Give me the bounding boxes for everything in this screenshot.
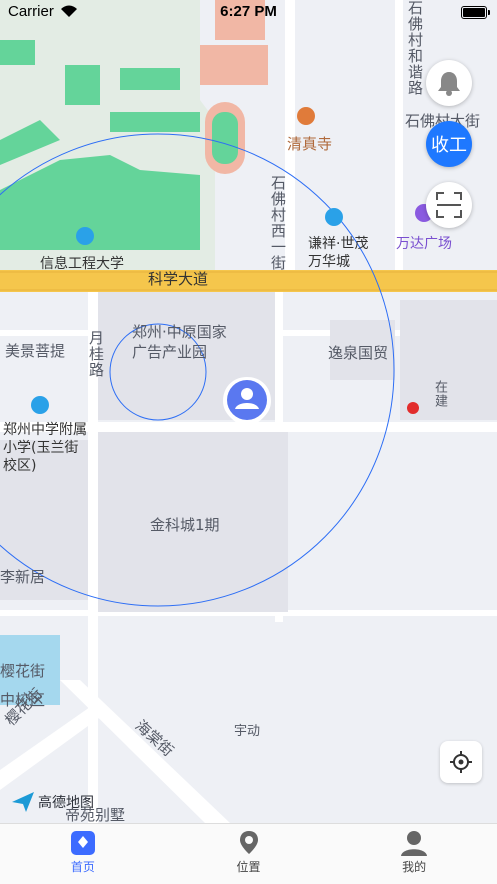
- map-label-poi: 郑州·中原国家广告产业园: [132, 323, 227, 361]
- notification-button[interactable]: [426, 60, 472, 106]
- map-provider-logo: 高德地图: [12, 792, 94, 812]
- scan-button[interactable]: [426, 182, 472, 228]
- profile-icon: [401, 831, 428, 856]
- map-provider-text: 高德地图: [38, 795, 94, 811]
- user-location-pin[interactable]: [221, 375, 273, 433]
- map-label-poi: 李新居: [0, 568, 46, 586]
- map-label-poi: 清真寺: [287, 135, 333, 153]
- map-label-poi: 郑州中学附属小学(玉兰街校区): [3, 422, 87, 474]
- clock-out-button[interactable]: 收工: [426, 121, 472, 167]
- tab-profile[interactable]: 我的: [331, 824, 497, 884]
- map-label-poi: 逸泉国贸: [328, 344, 389, 362]
- crosshair-icon: [450, 751, 472, 773]
- map-label-road: 月桂路: [87, 330, 105, 378]
- home-icon: [70, 831, 95, 855]
- map-label-poi: 谦祥·世茂万华城: [308, 236, 369, 270]
- scan-icon: [436, 192, 462, 218]
- clock-text: 6:27 PM: [220, 3, 277, 20]
- tab-location-label: 位置: [236, 860, 261, 874]
- map-label-poi: 在建: [432, 380, 447, 408]
- tab-location[interactable]: 位置: [166, 824, 332, 884]
- map-label-road: 石佛村西一街: [269, 175, 287, 271]
- tab-home[interactable]: 首页: [0, 824, 166, 884]
- battery-icon: [461, 6, 490, 19]
- map-label-poi: 金科城1期: [150, 516, 220, 534]
- bell-icon: [438, 72, 460, 96]
- tab-home-label: 首页: [70, 860, 95, 874]
- locate-me-button[interactable]: [440, 741, 482, 783]
- map-label-poi: 美景菩提: [5, 342, 66, 360]
- map-label-poi: 信息工程大学: [40, 256, 124, 272]
- map-label-road: 科学大道: [148, 270, 209, 288]
- status-bar: Carrier 6:27 PM: [0, 0, 497, 26]
- map-view[interactable]: 石佛村和谐路 石佛村大街 清真寺 石佛村西一街 谦祥·世茂万华城 万达广场 信息…: [0, 0, 497, 824]
- map-label-poi: 万达广场: [396, 236, 452, 252]
- map-label-poi: 樱花街: [0, 662, 46, 680]
- clock-out-label: 收工: [431, 135, 467, 156]
- bottom-tab-bar: 首页 位置 我的: [0, 823, 497, 884]
- amap-logo-icon: [12, 792, 34, 812]
- location-icon: [239, 831, 258, 854]
- tab-profile-label: 我的: [402, 860, 427, 874]
- user-avatar-pin-icon: [223, 377, 271, 431]
- map-label-poi: 宇动: [234, 724, 261, 739]
